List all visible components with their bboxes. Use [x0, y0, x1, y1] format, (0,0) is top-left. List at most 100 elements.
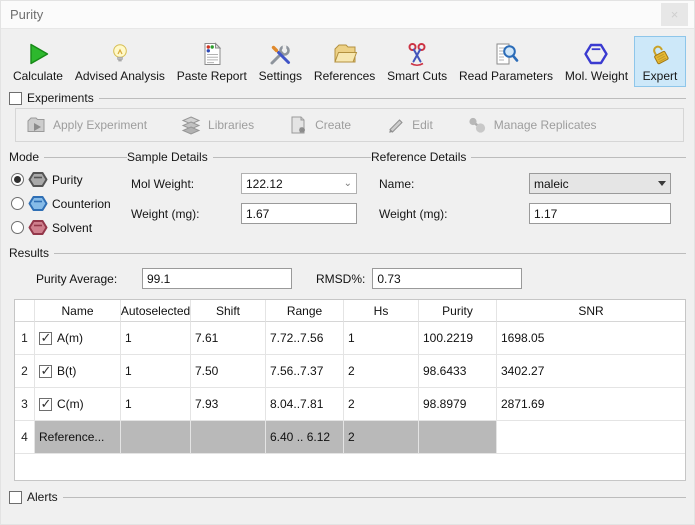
alerts-group: Alerts	[9, 490, 686, 504]
titlebar: Purity ×	[1, 1, 694, 29]
settings-button[interactable]: Settings	[253, 36, 308, 87]
mode-option-counterion[interactable]: Counterion	[11, 195, 127, 212]
rmsd-label: RMSD%:	[316, 272, 365, 286]
apply-experiment-button[interactable]: Apply Experiment	[26, 115, 147, 135]
mode-option-label: Counterion	[52, 197, 111, 211]
reference-name-cell[interactable]: Reference...	[35, 421, 121, 454]
play-icon	[25, 41, 51, 67]
table-row[interactable]: 1 A(m) 1 7.61 7.72..7.56 1 100.2219 1698…	[15, 322, 685, 355]
divider	[99, 98, 686, 99]
reference-weight-input[interactable]: 1.17	[529, 203, 671, 224]
divider	[471, 157, 686, 158]
counterion-radio[interactable]	[11, 197, 24, 210]
reference-details-label: Reference Details	[371, 150, 466, 164]
row-checkbox[interactable]	[39, 365, 52, 378]
manage-replicates-button[interactable]: Manage Replicates	[467, 115, 597, 135]
experiments-group: Experiments Apply Experiment Libraries	[9, 91, 686, 142]
peak-name-cell[interactable]: A(m)	[35, 322, 121, 355]
row-checkbox[interactable]	[39, 332, 52, 345]
sample-weight-input[interactable]: 1.67	[241, 203, 357, 224]
col-header-snr[interactable]: SNR	[497, 300, 685, 322]
tools-icon	[267, 41, 293, 67]
mode-option-label: Solvent	[52, 221, 92, 235]
experiments-checkbox[interactable]	[9, 92, 22, 105]
details-section: Mode Purity Counterion	[9, 150, 686, 236]
peak-name-cell[interactable]: C(m)	[35, 388, 121, 421]
calculate-button[interactable]: Calculate	[7, 36, 69, 87]
chevron-down-icon: ⌄	[344, 178, 352, 189]
divider	[213, 157, 371, 158]
rmsd-input[interactable]: 0.73	[372, 268, 522, 289]
table-row-reference[interactable]: 4 Reference... 6.40 .. 6.12 2	[15, 421, 685, 454]
peak-name-cell[interactable]: B(t)	[35, 355, 121, 388]
table-header-row: Name Autoselected Shift Range Hs Purity …	[15, 300, 685, 322]
create-icon	[288, 115, 308, 135]
table-row[interactable]: 2 B(t) 1 7.50 7.56..7.37 2 98.6433 3402.…	[15, 355, 685, 388]
mol-weight-label: Mol Weight:	[127, 177, 241, 191]
toolbar: Calculate Advised Analysis Paste Report	[1, 29, 694, 90]
results-group: Results Purity Average: 99.1 RMSD%: 0.73	[9, 246, 686, 289]
paste-report-button[interactable]: Paste Report	[171, 36, 253, 87]
lightbulb-icon	[107, 41, 133, 67]
window-title: Purity	[10, 7, 661, 22]
col-header-purity[interactable]: Purity	[419, 300, 497, 322]
pencil-icon	[385, 115, 405, 135]
solvent-hexagon-icon	[28, 219, 48, 236]
smart-cuts-button[interactable]: Smart Cuts	[381, 36, 453, 87]
references-button[interactable]: References	[308, 36, 381, 87]
replicates-icon	[467, 115, 487, 135]
hexagon-icon	[583, 41, 609, 67]
purity-average-input[interactable]: 99.1	[142, 268, 292, 289]
edit-button[interactable]: Edit	[385, 115, 433, 135]
row-checkbox[interactable]	[39, 398, 52, 411]
divider	[54, 253, 686, 254]
advised-analysis-button[interactable]: Advised Analysis	[69, 36, 171, 87]
col-header-shift[interactable]: Shift	[191, 300, 266, 322]
results-table: Name Autoselected Shift Range Hs Purity …	[14, 299, 686, 481]
mode-label: Mode	[9, 150, 39, 164]
mol-weight-combobox[interactable]: 122.12 ⌄	[241, 173, 357, 194]
sample-details-label: Sample Details	[127, 150, 208, 164]
mode-group: Mode Purity Counterion	[9, 150, 127, 236]
experiments-label: Experiments	[27, 91, 94, 105]
mode-option-solvent[interactable]: Solvent	[11, 219, 127, 236]
solvent-radio[interactable]	[11, 221, 24, 234]
create-button[interactable]: Create	[288, 115, 351, 135]
sample-weight-label: Weight (mg):	[127, 207, 241, 221]
results-label: Results	[9, 246, 49, 260]
scissors-icon	[404, 41, 430, 67]
divider	[44, 157, 127, 158]
sample-details-group: Sample Details Mol Weight: 122.12 ⌄ Weig…	[127, 150, 371, 236]
col-header-range[interactable]: Range	[266, 300, 344, 322]
purity-average-label: Purity Average:	[36, 272, 128, 286]
col-header-name[interactable]: Name	[35, 300, 121, 322]
table-row[interactable]: 3 C(m) 1 7.93 8.04..7.81 2 98.8979 2871.…	[15, 388, 685, 421]
purity-dialog: Purity × Calculate Advised Analysis	[0, 0, 695, 525]
mol-weight-button[interactable]: Mol. Weight	[559, 36, 634, 87]
corner-header	[15, 300, 35, 322]
apply-experiment-icon	[26, 115, 46, 135]
counterion-hexagon-icon	[28, 195, 48, 212]
read-parameters-button[interactable]: Read Parameters	[453, 36, 559, 87]
experiments-toolbar: Apply Experiment Libraries Create	[15, 108, 684, 142]
libraries-icon	[181, 115, 201, 135]
mode-option-label: Purity	[52, 173, 83, 187]
col-header-autoselected[interactable]: Autoselected	[121, 300, 191, 322]
mode-option-purity[interactable]: Purity	[11, 171, 127, 188]
purity-radio[interactable]	[11, 173, 24, 186]
purity-hexagon-icon	[28, 171, 48, 188]
col-header-hs[interactable]: Hs	[344, 300, 419, 322]
reference-name-select[interactable]: maleic	[529, 173, 671, 194]
divider	[63, 497, 686, 498]
close-button[interactable]: ×	[661, 3, 688, 26]
libraries-button[interactable]: Libraries	[181, 115, 254, 135]
reference-name-label: Name:	[371, 177, 529, 191]
report-page-icon	[199, 41, 225, 67]
table-empty-area	[15, 454, 685, 480]
expert-button[interactable]: Expert	[634, 36, 686, 87]
reference-details-group: Reference Details Name: maleic Weight (m…	[371, 150, 686, 236]
dropdown-arrow-icon	[658, 181, 666, 186]
folder-icon	[332, 41, 358, 67]
open-lock-icon	[647, 41, 673, 67]
alerts-checkbox[interactable]	[9, 491, 22, 504]
